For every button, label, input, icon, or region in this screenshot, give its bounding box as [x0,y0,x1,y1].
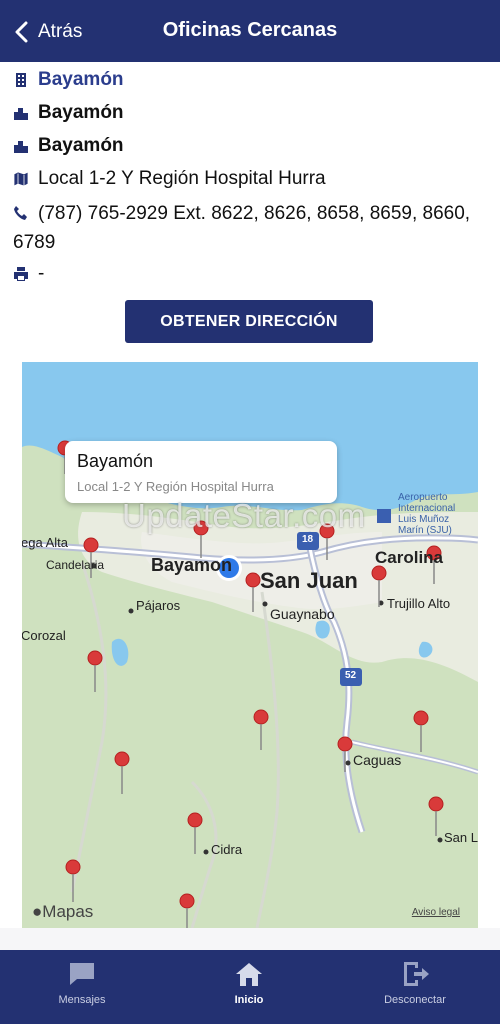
map-icon [13,167,33,190]
map-label-carolina: Carolina [375,548,444,567]
city-icon [13,134,33,157]
maps-attribution-label: Mapas [42,902,94,921]
apple-logo-icon: ● [32,902,43,921]
chat-icon [70,963,94,985]
office-region: Bayamón [38,102,124,123]
map-label-corozal: Corozal [22,628,66,643]
phone-icon [13,202,33,229]
office-phone-row[interactable]: (787) 765-2929 Ext. 8622, 8626, 8658, 86… [13,200,486,256]
city-icon [13,101,33,124]
map-label-cidra: Cidra [211,842,243,857]
tab-home-label: Inicio [234,994,264,1006]
map-label-airport: Aeropuerto Internacional Luis Muñoz Marí… [398,492,456,536]
route-shield-18: 18 [302,534,314,545]
content-bottom-spacer [0,928,500,950]
office-address-row: Local 1-2 Y Región Hospital Hurra [13,167,486,190]
tab-messages-label: Mensajes [58,994,106,1006]
building-icon [13,68,33,91]
tab-home[interactable]: Inicio [209,950,289,1024]
legal-link[interactable]: Aviso legal [412,907,460,918]
home-icon [236,963,262,986]
map-label-san-juan: San Juan [260,568,358,593]
logout-icon [404,962,429,986]
office-details: Bayamón Bayamón Bayamón Local 1-2 Y Regi… [13,68,486,295]
fax-icon [13,262,33,285]
map-callout[interactable]: Bayamón Local 1-2 Y Región Hospital Hurr… [65,441,337,503]
tab-bar: Mensajes Inicio Desconectar [0,950,500,1024]
map-label-guaynabo: Guaynabo [270,606,335,622]
office-fax-row: - [13,262,486,285]
office-fax: - [38,263,45,284]
map-label-vega-alta: ega Alta [22,535,68,550]
office-name: Bayamón [38,69,124,90]
office-region-row: Bayamón [13,101,486,124]
office-phone: (787) 765-2929 Ext. 8622, 8626, 8658, 86… [13,203,471,253]
route-shield-52: 52 [345,670,357,681]
office-address: Local 1-2 Y Región Hospital Hurra [38,168,326,189]
app-header: Atrás Oficinas Cercanas [0,0,500,62]
page-title: Oficinas Cercanas [162,19,338,41]
map-view[interactable]: ega Alta Candelaria Bayamon San Juan Car… [22,362,478,928]
tab-messages[interactable]: Mensajes [42,950,122,1024]
map-label-caguas: Caguas [353,752,402,768]
map-label-bayamon: Bayamon [151,555,233,575]
tab-logout-label: Desconectar [384,994,446,1006]
callout-title: Bayamón [77,451,154,471]
office-name-row[interactable]: Bayamón [13,68,486,91]
map-label-trujillo-alto: Trujillo Alto [387,596,451,611]
tab-logout[interactable]: Desconectar [370,950,460,1024]
map-label-san-lo: San Lo [444,830,478,845]
map-label-candelaria: Candelaria [46,558,105,572]
callout-subtitle: Local 1-2 Y Región Hospital Hurra [77,479,274,494]
map-label-pajaros: Pájaros [136,598,181,613]
watermark: UpdateStar.com [122,497,366,534]
office-city-row: Bayamón [13,134,486,157]
office-city: Bayamón [38,135,124,156]
maps-attribution: ●Mapas [32,902,93,922]
get-directions-button[interactable]: OBTENER DIRECCIÓN [125,300,373,343]
